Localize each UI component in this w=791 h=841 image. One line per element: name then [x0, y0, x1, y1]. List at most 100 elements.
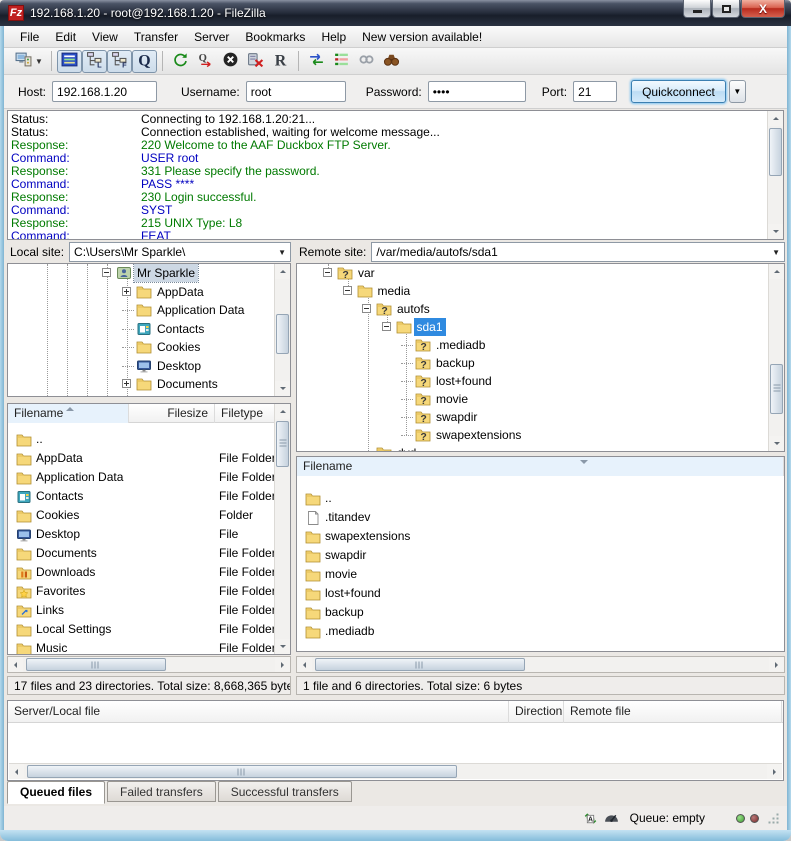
collapse-icon[interactable] [323, 268, 332, 277]
file-row-swapdir[interactable]: swapdir [297, 546, 784, 565]
tree-item-appdata[interactable]: AppData [8, 283, 290, 301]
scroll-down-arrow[interactable] [768, 224, 783, 239]
tree-item-var[interactable]: ?var [297, 264, 784, 282]
vertical-scrollbar[interactable] [274, 264, 290, 396]
scroll-left-arrow[interactable] [9, 764, 24, 779]
menu-item-new-version-available[interactable]: New version available! [354, 26, 490, 48]
refresh-button[interactable] [168, 50, 193, 73]
tree-item-dvd[interactable]: ?dvd [297, 444, 784, 452]
scroll-right-arrow[interactable] [275, 657, 290, 672]
queue-column-server-local-file[interactable]: Server/Local file [8, 701, 509, 723]
cancel-button[interactable] [218, 50, 243, 73]
tab-successful-transfers[interactable]: Successful transfers [218, 781, 352, 802]
maximize-button[interactable] [712, 0, 740, 18]
menu-item-view[interactable]: View [84, 26, 126, 48]
disconnect-button[interactable] [243, 50, 268, 73]
remote-site-combo[interactable]: /var/media/autofs/sda1 ▼ [371, 242, 785, 262]
queue-column-direction[interactable]: Direction [509, 701, 564, 723]
local-horizontal-scrollbar[interactable] [7, 656, 291, 673]
expand-icon[interactable] [122, 287, 131, 296]
column-header-filesize[interactable]: Filesize [129, 404, 215, 423]
file-row-desktop[interactable]: DesktopFile [8, 525, 274, 544]
vertical-scrollbar[interactable] [274, 404, 290, 654]
file-row-music[interactable]: MusicFile Folder [8, 639, 274, 655]
collapse-icon[interactable] [343, 286, 352, 295]
tree-item-documents[interactable]: Documents [8, 375, 290, 393]
host-input[interactable] [52, 81, 157, 102]
file-row-cookies[interactable]: CookiesFolder [8, 506, 274, 525]
column-header-filename[interactable]: Filename [297, 457, 784, 476]
tree-item-lost-found[interactable]: ?lost+found [297, 372, 784, 390]
scrollbar-thumb[interactable] [769, 128, 782, 176]
site-manager-button[interactable]: ▼ [12, 50, 46, 73]
scroll-right-arrow[interactable] [769, 657, 784, 672]
toggle-message-log-button[interactable] [57, 50, 82, 73]
toggle-transfer-queue-button[interactable]: Q [132, 50, 157, 73]
scrollbar-thumb[interactable] [770, 364, 783, 414]
tree-item-desktop[interactable]: Desktop [8, 357, 290, 375]
toggle-remote-tree-button[interactable]: F [107, 50, 132, 73]
quickconnect-dropdown-button[interactable]: ▼ [729, 80, 746, 103]
chevron-down-icon[interactable]: ▼ [35, 57, 43, 66]
file-row-downloads[interactable]: DownloadsFile Folder [8, 563, 274, 582]
file-row-lost-found[interactable]: lost+found [297, 584, 784, 603]
menu-item-help[interactable]: Help [313, 26, 354, 48]
queue-horizontal-scrollbar[interactable] [9, 763, 782, 779]
scroll-down-arrow[interactable] [275, 639, 290, 654]
file-row--[interactable]: .. [8, 430, 274, 449]
username-input[interactable] [246, 81, 346, 102]
local-site-combo[interactable]: C:\Users\Mr Sparkle\ ▼ [69, 242, 291, 262]
queue-column-remote-file[interactable]: Remote file [564, 701, 782, 723]
tree-item-media[interactable]: media [297, 282, 784, 300]
scroll-up-arrow[interactable] [275, 404, 290, 419]
chevron-down-icon[interactable]: ▼ [772, 248, 780, 257]
tree-item-movie[interactable]: ?movie [297, 390, 784, 408]
reconnect-button[interactable]: R [268, 50, 293, 73]
expand-icon[interactable] [122, 379, 131, 388]
resize-grip[interactable] [767, 812, 779, 824]
port-input[interactable] [573, 81, 617, 102]
file-row-favorites[interactable]: FavoritesFile Folder [8, 582, 274, 601]
file-row-backup[interactable]: backup [297, 603, 784, 622]
scroll-up-arrow[interactable] [275, 264, 290, 279]
scrollbar-thumb[interactable] [276, 421, 289, 467]
quickconnect-button[interactable]: Quickconnect [631, 80, 726, 103]
scroll-right-arrow[interactable] [767, 764, 782, 779]
scroll-down-arrow[interactable] [275, 381, 290, 396]
menu-item-file[interactable]: File [12, 26, 47, 48]
file-row-swapextensions[interactable]: swapextensions [297, 527, 784, 546]
file-row-local-settings[interactable]: Local SettingsFile Folder [8, 620, 274, 639]
filelist-filter-button[interactable] [329, 50, 354, 73]
tree-item--mediadb[interactable]: ?.mediadb [297, 336, 784, 354]
scroll-down-arrow[interactable] [769, 436, 784, 451]
tree-item-sda1[interactable]: sda1 [297, 318, 784, 336]
log-scrollbar[interactable] [767, 111, 783, 239]
tab-queued-files[interactable]: Queued files [7, 781, 105, 804]
toggle-local-tree-button[interactable]: L [82, 50, 107, 73]
vertical-scrollbar[interactable] [768, 264, 784, 451]
scrollbar-thumb[interactable] [276, 314, 289, 354]
file-row-appdata[interactable]: AppDataFile Folder [8, 449, 274, 468]
tree-item-contacts[interactable]: Contacts [8, 320, 290, 338]
file-row-movie[interactable]: movie [297, 565, 784, 584]
scrollbar-thumb[interactable] [27, 765, 457, 778]
tree-item-backup[interactable]: ?backup [297, 354, 784, 372]
close-button[interactable]: X [741, 0, 785, 18]
file-row-documents[interactable]: DocumentsFile Folder [8, 544, 274, 563]
tab-failed-transfers[interactable]: Failed transfers [107, 781, 216, 802]
tree-item-autofs[interactable]: ?autofs [297, 300, 784, 318]
file-row--[interactable]: .. [297, 489, 784, 508]
tree-item-swapextensions[interactable]: ?swapextensions [297, 426, 784, 444]
tree-item-application-data[interactable]: Application Data [8, 301, 290, 319]
synchronized-browsing-button[interactable] [354, 50, 379, 73]
tree-item-cookies[interactable]: Cookies [8, 338, 290, 356]
file-row--titandev[interactable]: .titandev [297, 508, 784, 527]
menu-item-bookmarks[interactable]: Bookmarks [237, 26, 313, 48]
collapse-icon[interactable] [362, 304, 371, 313]
tree-item-downloads[interactable]: Downloads [8, 394, 290, 398]
collapse-icon[interactable] [102, 268, 111, 277]
directory-comparison-button[interactable] [304, 50, 329, 73]
chevron-down-icon[interactable]: ▼ [278, 248, 286, 257]
scrollbar-thumb[interactable] [26, 658, 166, 671]
file-row-links[interactable]: LinksFile Folder [8, 601, 274, 620]
